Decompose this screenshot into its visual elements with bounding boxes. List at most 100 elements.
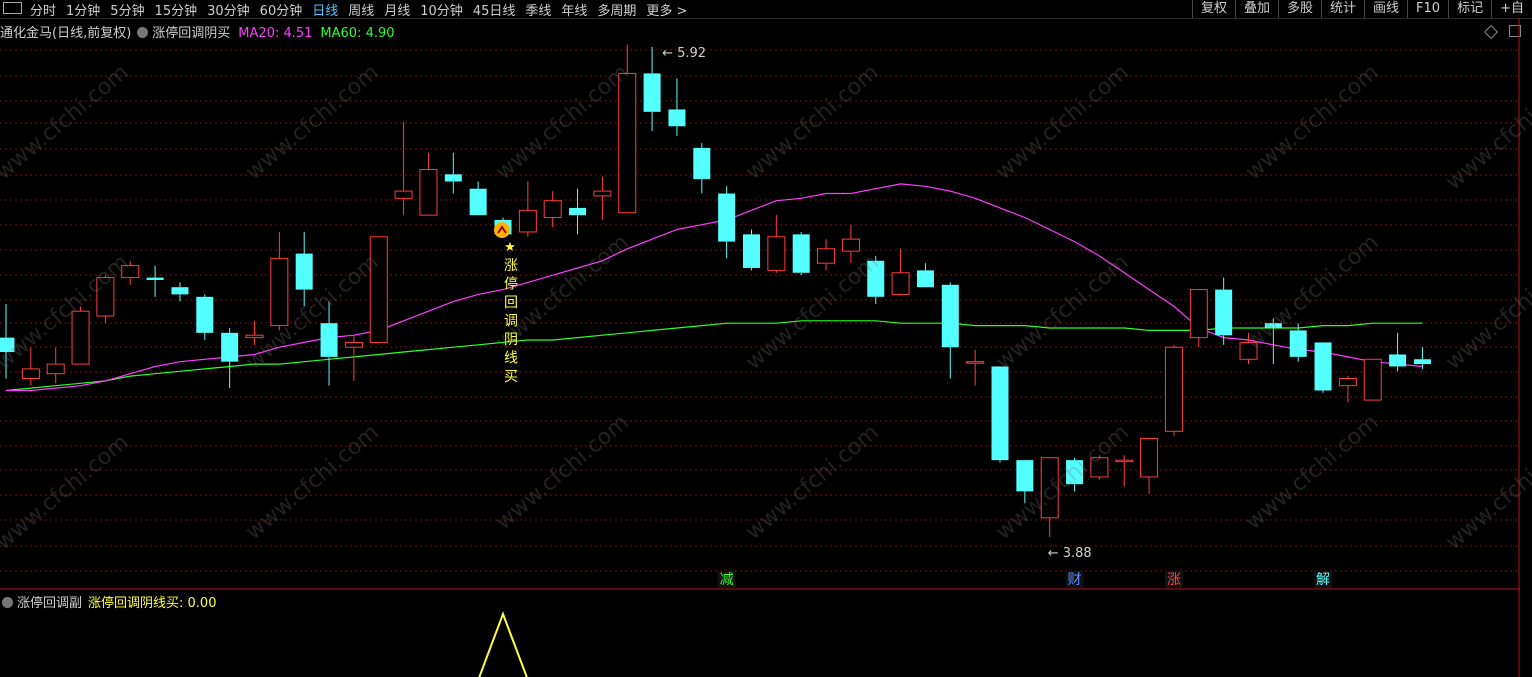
candle-body: [1164, 346, 1183, 432]
candle-body: [1338, 377, 1357, 387]
candle-body: [171, 287, 189, 295]
event-marker-3: 解: [1316, 572, 1330, 588]
signal-star-icon: ★: [504, 240, 516, 255]
signal-char: 回: [504, 295, 518, 311]
candle-body: [1140, 438, 1159, 478]
candle-body: [1363, 358, 1382, 401]
candle: [1314, 342, 1332, 393]
candle: [767, 215, 786, 273]
candle: [743, 229, 760, 271]
candle-body: [569, 207, 587, 216]
candle-body: [245, 334, 264, 339]
candle-body: [270, 257, 289, 327]
candle: [196, 294, 214, 341]
candle: [1115, 455, 1134, 487]
candle: [1140, 438, 1159, 494]
candle: [891, 248, 910, 295]
candle-body: [1413, 359, 1431, 365]
candle: [966, 349, 985, 386]
ma20-line: [6, 183, 1423, 392]
candle-body: [46, 363, 65, 375]
candle-body: [668, 109, 686, 127]
candle-body: [1016, 460, 1034, 492]
candle-body: [1189, 289, 1208, 339]
signal-char: 涨: [504, 258, 518, 274]
candle: [916, 263, 934, 288]
candle-body: [469, 188, 487, 216]
candle-body: [743, 234, 760, 268]
candle-body: [419, 169, 438, 216]
candle-body: [221, 332, 239, 362]
candle: [1289, 323, 1307, 362]
event-marker-2: 涨: [1167, 572, 1181, 588]
candle: [593, 176, 612, 220]
candle-body: [1289, 330, 1307, 357]
ma60-line: [5, 320, 1423, 392]
candle: [1215, 277, 1233, 345]
candle-body: [643, 73, 661, 112]
signal-char: 买: [504, 369, 518, 385]
candle: [46, 347, 65, 384]
candle: [369, 236, 388, 343]
candle-body: [767, 236, 786, 271]
candle-body: [146, 277, 164, 280]
event-marker-0: 减: [720, 572, 734, 588]
candle-body: [394, 190, 413, 199]
candle-body: [916, 270, 934, 288]
candle-body: [941, 284, 959, 348]
candle: [419, 152, 438, 216]
candle: [146, 265, 164, 297]
candle-body: [618, 72, 637, 214]
candle: [569, 188, 587, 235]
candle-body: [21, 368, 40, 379]
candle-body: [369, 236, 388, 343]
candle: [444, 152, 462, 194]
candle-body: [518, 209, 537, 233]
candle-body: [196, 296, 214, 333]
event-marker-1: 财: [1068, 572, 1082, 588]
signal-char: 停: [504, 276, 518, 293]
candle-body: [693, 147, 711, 180]
candle-body: [1215, 289, 1233, 336]
candle: [718, 186, 736, 259]
candle: [543, 191, 562, 228]
high-price-label: ← 5.92: [662, 46, 706, 61]
candle: [221, 328, 239, 389]
candle: [1363, 358, 1382, 401]
candle: [1164, 344, 1183, 437]
candle-body: [966, 361, 985, 364]
candle: [469, 181, 487, 216]
candle-body: [841, 238, 860, 252]
candle-body: [344, 341, 363, 348]
candle-body: [71, 310, 90, 365]
candle: [394, 121, 413, 216]
candle: [171, 282, 189, 302]
candle-body: [792, 234, 810, 273]
candle-body: [320, 323, 338, 357]
candle: [991, 366, 1009, 463]
candle: [693, 143, 711, 194]
candle-body: [1314, 342, 1332, 391]
candle-body: [444, 174, 462, 182]
candle: [941, 282, 959, 379]
candle: [817, 239, 836, 271]
low-price-label: ← 3.88: [1048, 546, 1092, 561]
candle: [1189, 289, 1208, 348]
candle-body: [1389, 354, 1407, 367]
candle-body: [991, 366, 1009, 461]
signal-circle-icon: [494, 222, 510, 238]
candle-body: [543, 200, 562, 219]
candle-body: [891, 272, 910, 295]
candle: [792, 231, 810, 276]
candle: [1338, 376, 1357, 403]
sub-signal-line: [478, 611, 528, 677]
candle-body: [295, 253, 313, 290]
candle: [1389, 332, 1407, 372]
candle-body: [1115, 459, 1134, 463]
candle: [643, 47, 661, 132]
candle: [518, 181, 537, 237]
candle: [295, 231, 313, 307]
candle-body: [593, 190, 612, 197]
candle: [668, 78, 686, 136]
candle-body: [718, 193, 736, 242]
